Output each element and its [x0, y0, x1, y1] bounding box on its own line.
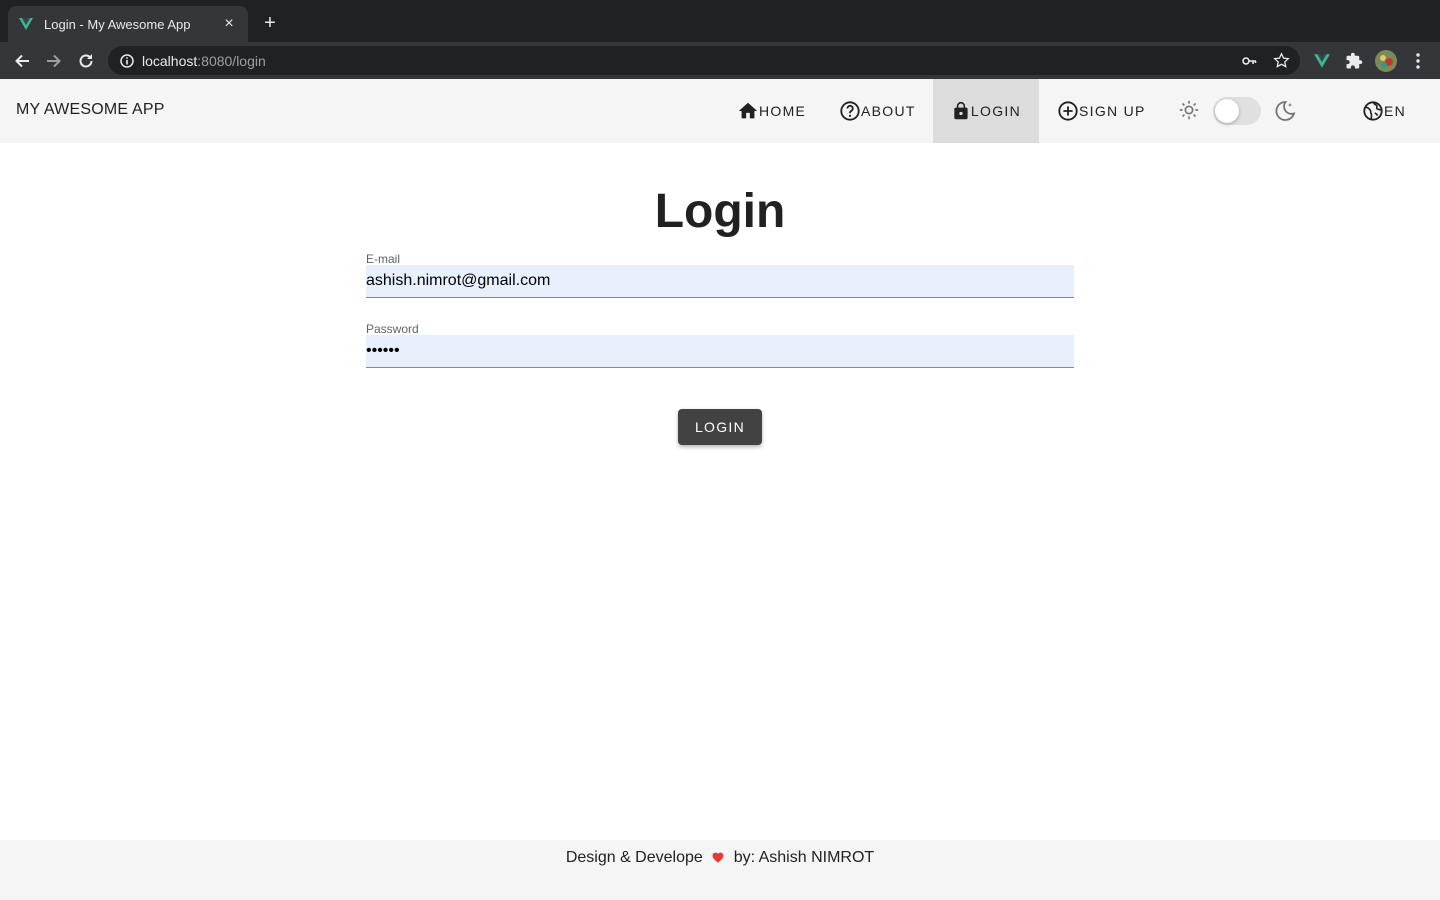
theme-toggle-knob	[1215, 99, 1239, 123]
puzzle-icon	[1346, 52, 1363, 69]
email-field: E-mail	[366, 253, 1074, 298]
menu-icon	[1416, 53, 1420, 69]
forward-button[interactable]	[41, 48, 67, 74]
nav-home[interactable]: HOME	[719, 79, 824, 143]
profile-button[interactable]	[1375, 50, 1397, 72]
globe-icon	[1363, 101, 1383, 121]
extensions-button[interactable]	[1343, 50, 1365, 72]
reload-button[interactable]	[73, 48, 99, 74]
add-circle-icon	[1058, 101, 1078, 121]
back-icon	[15, 54, 29, 68]
moon-icon	[1275, 101, 1296, 121]
url-path: :8080/login	[197, 52, 266, 69]
tab-close-icon[interactable]: ×	[220, 15, 238, 33]
url-host: localhost	[142, 52, 198, 69]
vue-icon	[1314, 54, 1330, 68]
email-input[interactable]	[366, 265, 1074, 298]
nav-signup-label: SIGN UP	[1079, 103, 1146, 119]
page-title: Login	[654, 185, 786, 238]
sun-icon	[1179, 100, 1199, 120]
profile-icon	[1375, 50, 1397, 72]
nav-about-label: ABOUT	[861, 103, 916, 119]
vue-icon	[19, 18, 33, 30]
password-label: Password	[366, 322, 419, 336]
language-selector[interactable]: EN	[1352, 79, 1416, 143]
login-button[interactable]: LOGIN	[678, 409, 762, 445]
nav-signup[interactable]: SIGN UP	[1039, 79, 1164, 143]
new-tab-button[interactable]: +	[258, 12, 282, 36]
email-label: E-mail	[366, 252, 401, 266]
theme-toggle[interactable]	[1213, 97, 1261, 125]
lock-icon	[954, 101, 968, 120]
address-bar[interactable]: localhost:8080/login	[108, 46, 1300, 75]
forward-icon	[47, 54, 61, 68]
footer-text-after: by: Ashish NIMROT	[733, 849, 875, 866]
vue-devtools-extension[interactable]	[1311, 50, 1333, 72]
heart-icon	[712, 852, 724, 863]
nav-login[interactable]: LOGIN	[933, 79, 1039, 143]
key-icon[interactable]	[1241, 53, 1257, 69]
browser-menu-button[interactable]	[1407, 50, 1429, 72]
footer-text-before: Design & Develope	[565, 849, 703, 866]
language-label: EN	[1384, 103, 1407, 119]
nav-login-label: LOGIN	[970, 103, 1021, 119]
nav-about[interactable]: ABOUT	[821, 79, 934, 143]
home-icon	[738, 102, 758, 119]
browser-tab[interactable]: Login - My Awesome App ×	[8, 6, 248, 42]
password-field: Password	[366, 323, 1074, 368]
nav-home-label: HOME	[759, 103, 807, 119]
star-icon[interactable]	[1273, 52, 1290, 69]
browser-tabstrip: Login - My Awesome App × +	[0, 0, 1440, 42]
footer: Design & Develope by: Ashish NIMROT	[0, 840, 1440, 900]
info-icon[interactable]	[120, 53, 134, 68]
app-title: MY AWESOME APP	[16, 101, 165, 118]
tab-title: Login - My Awesome App	[44, 16, 191, 32]
browser-toolbar: localhost:8080/login	[0, 42, 1440, 79]
help-icon	[840, 101, 860, 121]
password-input[interactable]	[366, 335, 1074, 368]
back-button[interactable]	[9, 48, 35, 74]
reload-icon	[79, 54, 93, 68]
